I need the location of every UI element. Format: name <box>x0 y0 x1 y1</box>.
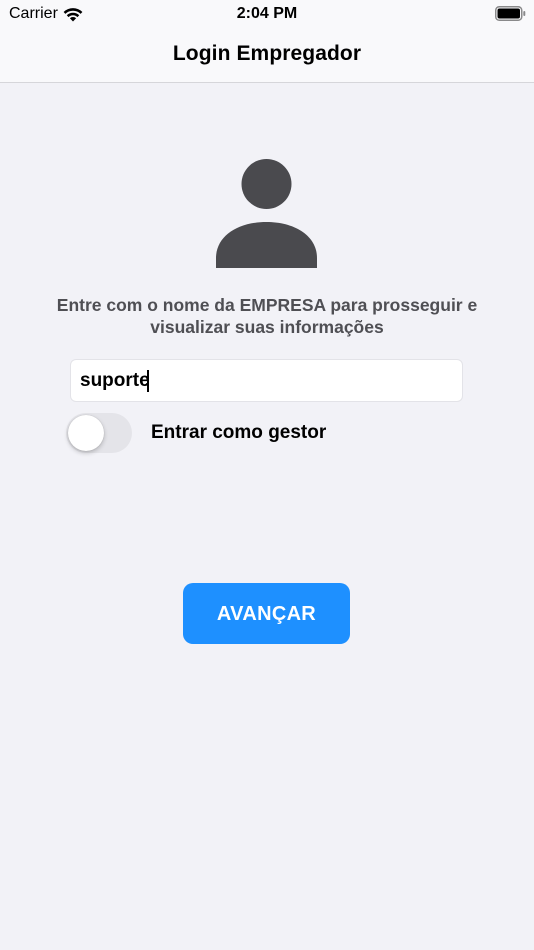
person-icon <box>216 158 317 268</box>
status-time: 2:04 PM <box>236 5 298 22</box>
login-instructions: Entre com o nome da EMPRESA para prosseg… <box>56 295 478 337</box>
text-cursor <box>147 370 149 392</box>
battery-icon <box>495 6 526 26</box>
toggle-knob <box>68 415 104 451</box>
navigation-bar: Login Empregador <box>0 30 534 83</box>
manager-toggle[interactable] <box>66 413 132 453</box>
status-bar: Carrier 2:04 PM <box>0 0 534 30</box>
advance-button[interactable]: AVANÇAR <box>183 583 350 644</box>
company-name-input[interactable] <box>70 359 463 402</box>
page-title: Login Empregador <box>172 42 362 65</box>
manager-toggle-label: Entrar como gestor <box>151 422 327 443</box>
